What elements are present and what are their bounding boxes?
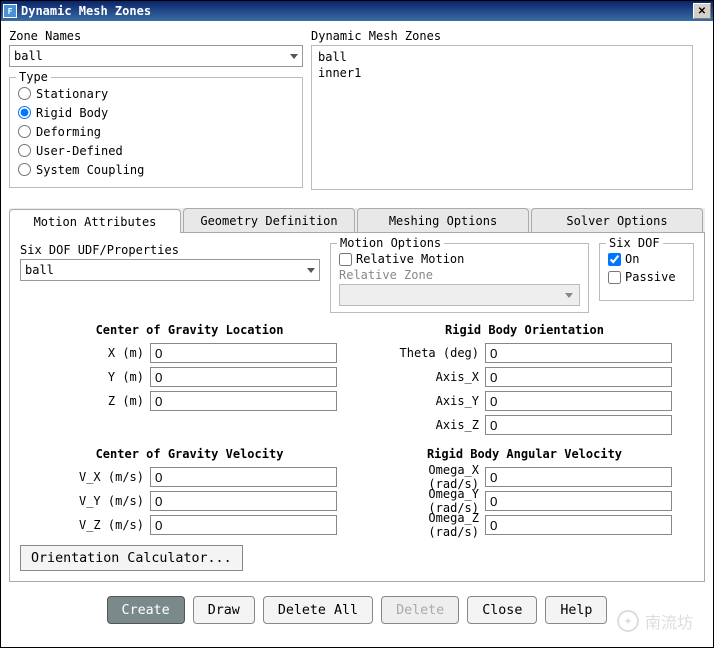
close-icon[interactable]: ✕: [693, 3, 711, 19]
angular-velocity-title: Rigid Body Angular Velocity: [377, 447, 672, 461]
draw-button[interactable]: Draw: [193, 596, 255, 624]
type-radio-label: Deforming: [36, 125, 101, 139]
sixdof-passive-label: Passive: [625, 270, 676, 284]
close-button[interactable]: Close: [467, 596, 537, 624]
sixdof-panel: Six DOF On Passive: [599, 243, 694, 301]
app-icon: F: [3, 4, 17, 18]
cogvel-label-0: V_X (m/s): [42, 470, 150, 484]
orientation-title: Rigid Body Orientation: [377, 323, 672, 337]
orient-input-0[interactable]: [485, 343, 672, 363]
cog-location-group: Center of Gravity Location X (m) Y (m) Z (…: [42, 323, 337, 437]
titlebar: F Dynamic Mesh Zones ✕: [1, 1, 713, 21]
zone-names-combo[interactable]: ball: [9, 45, 303, 67]
type-radio-label: System Coupling: [36, 163, 144, 177]
cogvel-label-2: V_Z (m/s): [42, 518, 150, 532]
relative-motion-label: Relative Motion: [356, 252, 464, 266]
chevron-down-icon: [565, 293, 573, 298]
angvel-label-2: Omega_Z (rad/s): [377, 511, 485, 539]
tab-motion-attributes[interactable]: Motion Attributes: [9, 209, 181, 233]
watermark: ✦ 南流坊: [617, 609, 693, 633]
type-radio-4[interactable]: [18, 163, 31, 176]
type-radio-3[interactable]: [18, 144, 31, 157]
angvel-input-1[interactable]: [485, 491, 672, 511]
cogvel-input-2[interactable]: [150, 515, 337, 535]
orient-input-1[interactable]: [485, 367, 672, 387]
sixdof-udf-label: Six DOF UDF/Properties: [20, 243, 320, 257]
cog-input-0[interactable]: [150, 343, 337, 363]
type-fieldset: Type StationaryRigid BodyDeformingUser-D…: [9, 77, 303, 188]
window-title: Dynamic Mesh Zones: [21, 4, 693, 18]
cogvel-label-1: V_Y (m/s): [42, 494, 150, 508]
sixdof-on-checkbox[interactable]: [608, 253, 621, 266]
cog-input-2[interactable]: [150, 391, 337, 411]
type-radio-1[interactable]: [18, 106, 31, 119]
relative-motion-checkbox[interactable]: [339, 253, 352, 266]
cog-velocity-title: Center of Gravity Velocity: [42, 447, 337, 461]
list-item[interactable]: inner1: [318, 66, 686, 82]
relative-zone-label: Relative Zone: [339, 268, 580, 282]
orientation-calculator-button[interactable]: Orientation Calculator...: [20, 545, 243, 571]
orient-input-3[interactable]: [485, 415, 672, 435]
create-button[interactable]: Create: [107, 596, 185, 624]
sixdof-legend: Six DOF: [606, 236, 663, 250]
orient-label-3: Axis_Z: [377, 418, 485, 432]
delete-all-button[interactable]: Delete All: [263, 596, 373, 624]
cog-label-0: X (m): [42, 346, 150, 360]
sixdof-passive-checkbox[interactable]: [608, 271, 621, 284]
orientation-group: Rigid Body Orientation Theta (deg) Axis_X…: [377, 323, 672, 437]
cog-velocity-group: Center of Gravity Velocity V_X (m/s) V_Y …: [42, 447, 337, 537]
orient-label-1: Axis_X: [377, 370, 485, 384]
cogvel-input-0[interactable]: [150, 467, 337, 487]
button-row: Create Draw Delete All Delete Close Help: [9, 596, 705, 624]
cogvel-input-1[interactable]: [150, 491, 337, 511]
type-radio-label: Stationary: [36, 87, 108, 101]
motion-options-panel: Motion Options Relative Motion Relative …: [330, 243, 589, 313]
motion-options-legend: Motion Options: [337, 236, 444, 250]
list-item[interactable]: ball: [318, 50, 686, 66]
wechat-icon: ✦: [617, 610, 639, 632]
help-button[interactable]: Help: [545, 596, 607, 624]
sixdof-udf-value: ball: [25, 263, 54, 277]
zone-names-label: Zone Names: [9, 29, 303, 43]
tab-meshing-options[interactable]: Meshing Options: [357, 208, 529, 232]
sixdof-on-label: On: [625, 252, 639, 266]
relative-zone-combo: [339, 284, 580, 306]
cog-input-1[interactable]: [150, 367, 337, 387]
chevron-down-icon: [290, 54, 298, 59]
angular-velocity-group: Rigid Body Angular Velocity Omega_X (rad…: [377, 447, 672, 537]
orient-input-2[interactable]: [485, 391, 672, 411]
angvel-input-0[interactable]: [485, 467, 672, 487]
zones-list-label: Dynamic Mesh Zones: [311, 29, 693, 43]
cog-location-title: Center of Gravity Location: [42, 323, 337, 337]
type-radio-label: User-Defined: [36, 144, 123, 158]
tab-solver-options[interactable]: Solver Options: [531, 208, 703, 232]
type-radio-label: Rigid Body: [36, 106, 108, 120]
chevron-down-icon: [307, 268, 315, 273]
tabs: Motion AttributesGeometry DefinitionMesh…: [9, 208, 705, 233]
type-radio-0[interactable]: [18, 87, 31, 100]
angvel-input-2[interactable]: [485, 515, 672, 535]
orient-label-0: Theta (deg): [377, 346, 485, 360]
type-legend: Type: [16, 70, 51, 84]
sixdof-udf-combo[interactable]: ball: [20, 259, 320, 281]
delete-button[interactable]: Delete: [381, 596, 459, 624]
tab-motion-attributes: Six DOF UDF/Properties ball Motion Optio…: [9, 233, 705, 582]
orient-label-2: Axis_Y: [377, 394, 485, 408]
type-radio-2[interactable]: [18, 125, 31, 138]
zones-list[interactable]: ballinner1: [311, 45, 693, 190]
cog-label-1: Y (m): [42, 370, 150, 384]
tab-geometry-definition[interactable]: Geometry Definition: [183, 208, 355, 232]
cog-label-2: Z (m): [42, 394, 150, 408]
zone-names-value: ball: [14, 49, 43, 63]
